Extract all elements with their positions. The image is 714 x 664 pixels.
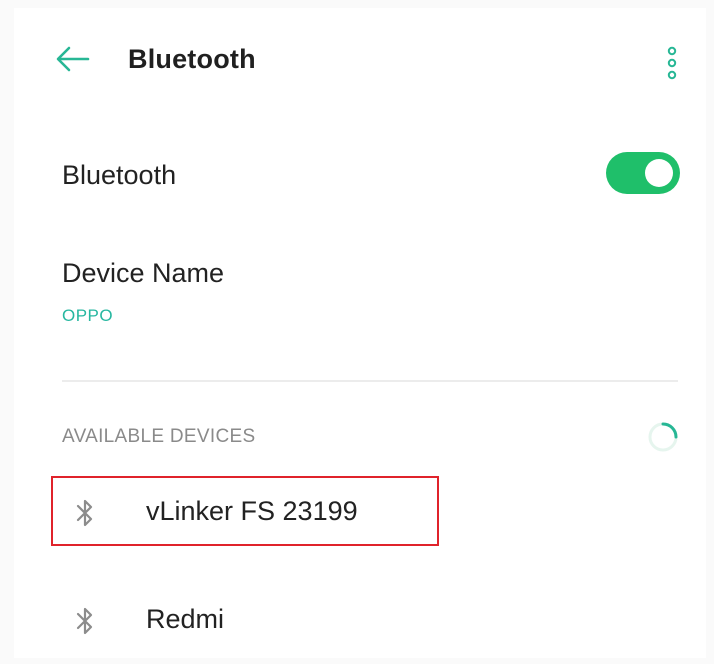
device-row-vlinker[interactable]: vLinker FS 23199	[14, 478, 706, 548]
back-button[interactable]	[54, 44, 90, 74]
more-vertical-icon	[667, 46, 677, 80]
device-label: Redmi	[146, 604, 225, 634]
device-name-label: Device Name	[62, 258, 225, 288]
available-devices-heading: AVAILABLE DEVICES	[62, 426, 256, 447]
divider	[62, 380, 678, 382]
device-label: vLinker FS 23199	[146, 496, 358, 526]
bluetooth-icon	[74, 496, 96, 530]
device-name-row[interactable]: Device Name OPPO	[14, 244, 706, 344]
bluetooth-settings-screen: Bluetooth Bluetooth Device Name OPPO AVA…	[14, 8, 706, 658]
bluetooth-icon	[74, 604, 96, 638]
spinner-icon	[646, 420, 680, 454]
app-header: Bluetooth	[14, 8, 706, 108]
toggle-knob	[645, 159, 673, 187]
device-name-value: OPPO	[62, 306, 114, 325]
bluetooth-toggle-switch[interactable]	[606, 152, 680, 194]
more-options-button[interactable]	[662, 46, 682, 80]
bluetooth-label: Bluetooth	[62, 160, 177, 190]
arrow-left-icon	[56, 46, 90, 72]
device-row-redmi[interactable]: Redmi	[14, 586, 706, 656]
bluetooth-toggle-row[interactable]: Bluetooth	[14, 136, 706, 216]
page-title: Bluetooth	[128, 44, 256, 74]
